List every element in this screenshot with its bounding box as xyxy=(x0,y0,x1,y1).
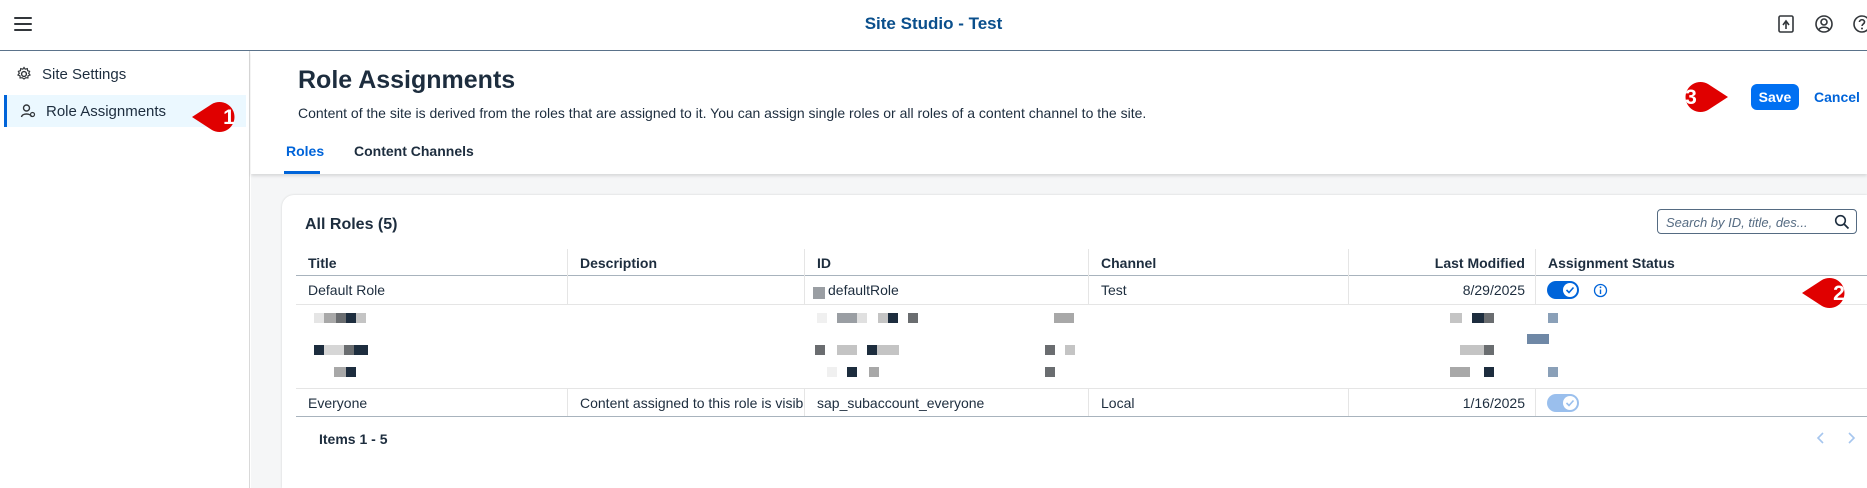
cell-assignment-status xyxy=(1536,389,1867,416)
items-count: Items 1 - 5 xyxy=(319,431,388,447)
check-icon xyxy=(1565,399,1575,407)
column-header-assignment-status[interactable]: Assignment Status xyxy=(1536,249,1867,276)
cell-title: Default Role xyxy=(296,276,568,304)
cancel-button[interactable]: Cancel xyxy=(1814,84,1860,110)
table-row[interactable]: Default Role defaultRole Test 8/29/2025 xyxy=(296,276,1867,305)
page-title: Role Assignments xyxy=(298,66,516,94)
cell-last-modified: 8/29/2025 xyxy=(1349,276,1536,304)
redacted-block xyxy=(813,287,825,299)
cell-id-text: defaultRole xyxy=(828,282,899,298)
search-icon[interactable] xyxy=(1834,214,1850,230)
user-icon[interactable] xyxy=(1814,14,1834,34)
cell-description: Content assigned to this role is visible… xyxy=(568,389,805,416)
save-button[interactable]: Save xyxy=(1751,84,1799,110)
tab-roles[interactable]: Roles xyxy=(284,143,324,174)
page-header: Role Assignments Content of the site is … xyxy=(251,51,1867,174)
user-role-icon xyxy=(20,104,36,118)
cell-last-modified: 1/16/2025 xyxy=(1349,389,1536,416)
cell-channel: Test xyxy=(1089,276,1349,304)
sidebar-item-label: Site Settings xyxy=(42,65,127,83)
help-icon[interactable] xyxy=(1852,14,1867,34)
sidebar-item-label: Role Assignments xyxy=(46,102,167,120)
main-content: Role Assignments Content of the site is … xyxy=(251,51,1867,488)
check-icon xyxy=(1565,286,1575,294)
column-header-channel[interactable]: Channel xyxy=(1089,249,1349,276)
column-header-title[interactable]: Title xyxy=(296,249,568,276)
assignment-toggle[interactable] xyxy=(1547,281,1579,299)
cell-description xyxy=(568,276,805,304)
app-title: Site Studio - Test xyxy=(864,14,1003,33)
column-header-description[interactable]: Description xyxy=(568,249,805,276)
callout-marker: 1 xyxy=(190,99,248,135)
search-field[interactable] xyxy=(1657,209,1857,234)
shell-bar: Site Studio - Test xyxy=(0,0,1867,51)
tab-content-channels[interactable]: Content Channels xyxy=(354,143,474,174)
table-header: Title Description ID Channel Last Modifi… xyxy=(296,249,1867,276)
page-description: Content of the site is derived from the … xyxy=(298,105,1147,121)
cell-id: sap_subaccount_everyone xyxy=(805,389,1089,416)
info-icon[interactable] xyxy=(1593,283,1608,298)
callout-marker: 3 xyxy=(1672,79,1730,115)
callout-number: 1 xyxy=(223,106,235,129)
previous-page-icon[interactable] xyxy=(1815,431,1827,449)
next-page-icon[interactable] xyxy=(1845,431,1857,449)
assignment-toggle[interactable] xyxy=(1547,394,1579,412)
cell-channel: Local xyxy=(1089,389,1349,416)
column-header-id[interactable]: ID xyxy=(805,249,1089,276)
callout-marker: 2 xyxy=(1800,275,1858,311)
callout-number: 2 xyxy=(1833,282,1845,305)
column-header-last-modified[interactable]: Last Modified xyxy=(1349,249,1536,276)
cell-title: Everyone xyxy=(296,389,568,416)
search-input[interactable] xyxy=(1666,213,1831,231)
redacted-rows xyxy=(296,305,1867,389)
notes-icon[interactable] xyxy=(1776,14,1796,34)
table-title: All Roles (5) xyxy=(305,216,398,233)
gear-icon xyxy=(17,66,31,80)
roles-table-card: All Roles (5) Title Description ID Chann… xyxy=(282,195,1867,488)
callout-number: 3 xyxy=(1685,86,1697,109)
sidebar-item-site-settings[interactable]: Site Settings xyxy=(4,58,246,90)
table-row[interactable]: Everyone Content assigned to this role i… xyxy=(296,389,1867,417)
cell-id: defaultRole xyxy=(805,276,1089,304)
